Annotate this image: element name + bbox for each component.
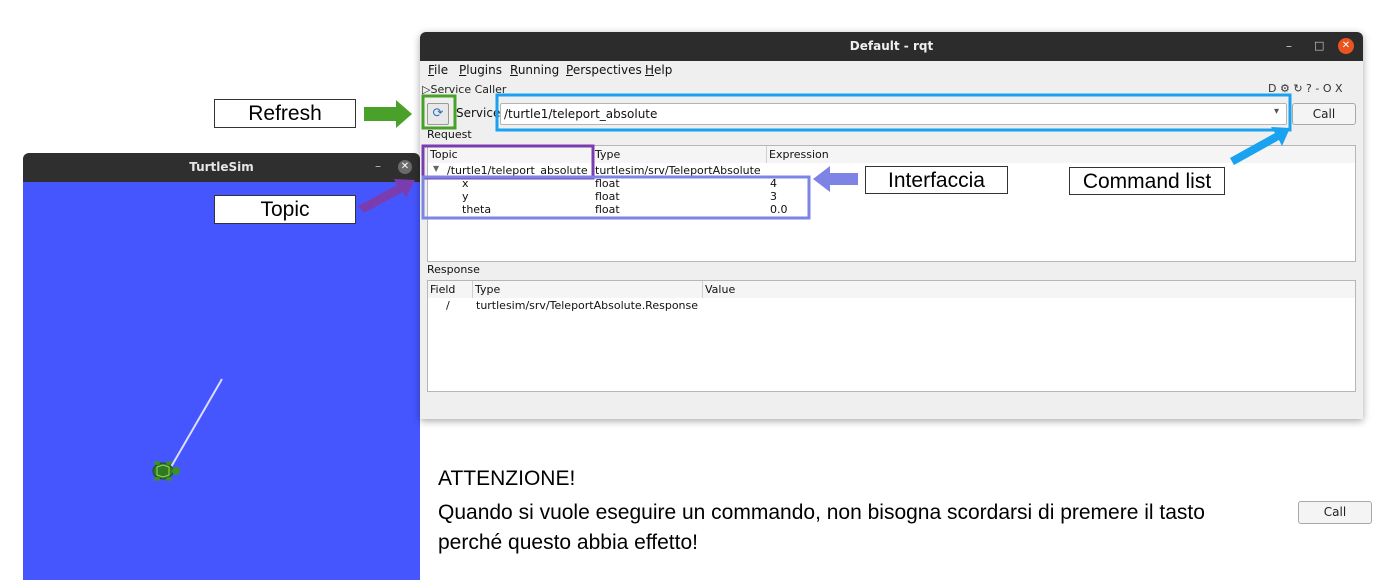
call-button-illustration: Call bbox=[1298, 501, 1372, 524]
topic-highlight-box bbox=[421, 144, 595, 180]
topic-callout: Topic bbox=[214, 195, 356, 224]
command-list-highlight-box bbox=[495, 93, 1292, 132]
note-title: ATTENZIONE! bbox=[438, 467, 576, 490]
note-line-1: Quando si vuole eseguire un commando, no… bbox=[438, 501, 1205, 524]
refresh-callout: Refresh bbox=[214, 99, 356, 128]
refresh-arrow bbox=[364, 100, 412, 128]
interfaccia-arrow bbox=[813, 166, 858, 192]
note-block: ATTENZIONE! Quando si vuole eseguire un … bbox=[438, 454, 1205, 584]
interfaccia-highlight-box bbox=[421, 175, 811, 220]
command-list-callout: Command list bbox=[1069, 167, 1225, 195]
note-line-2: perché questo abbia effetto! bbox=[438, 531, 698, 554]
topic-arrow bbox=[358, 179, 415, 213]
command-list-arrow bbox=[1230, 127, 1290, 165]
refresh-highlight-box bbox=[421, 94, 457, 130]
interfaccia-callout: Interfaccia bbox=[865, 166, 1008, 194]
